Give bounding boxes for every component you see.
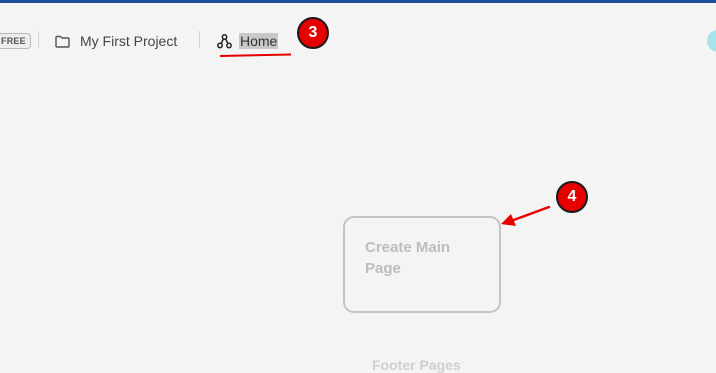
annotation-step-badge: 4	[556, 181, 588, 213]
header-bar: FREE My First Project Home 3	[0, 3, 716, 71]
project-name: My First Project	[80, 33, 178, 49]
page-name: Home	[239, 33, 279, 49]
footer-pages-label: Footer Pages	[372, 357, 461, 373]
avatar[interactable]	[707, 30, 716, 52]
folder-icon	[54, 33, 71, 50]
breadcrumb-page[interactable]: Home	[216, 30, 279, 52]
breadcrumb-project[interactable]: My First Project	[54, 30, 177, 52]
annotation-step-badge: 3	[297, 17, 329, 49]
annotation-underline	[219, 53, 292, 57]
create-main-page-label: Create Main Page	[365, 239, 451, 277]
plan-badge[interactable]: FREE	[0, 33, 31, 49]
create-main-page-card[interactable]: Create Main Page	[343, 216, 501, 313]
breadcrumb-separator	[199, 31, 200, 48]
sitemap-icon	[216, 33, 233, 50]
annotation-arrow-icon	[501, 205, 551, 226]
breadcrumb-separator	[38, 31, 39, 48]
